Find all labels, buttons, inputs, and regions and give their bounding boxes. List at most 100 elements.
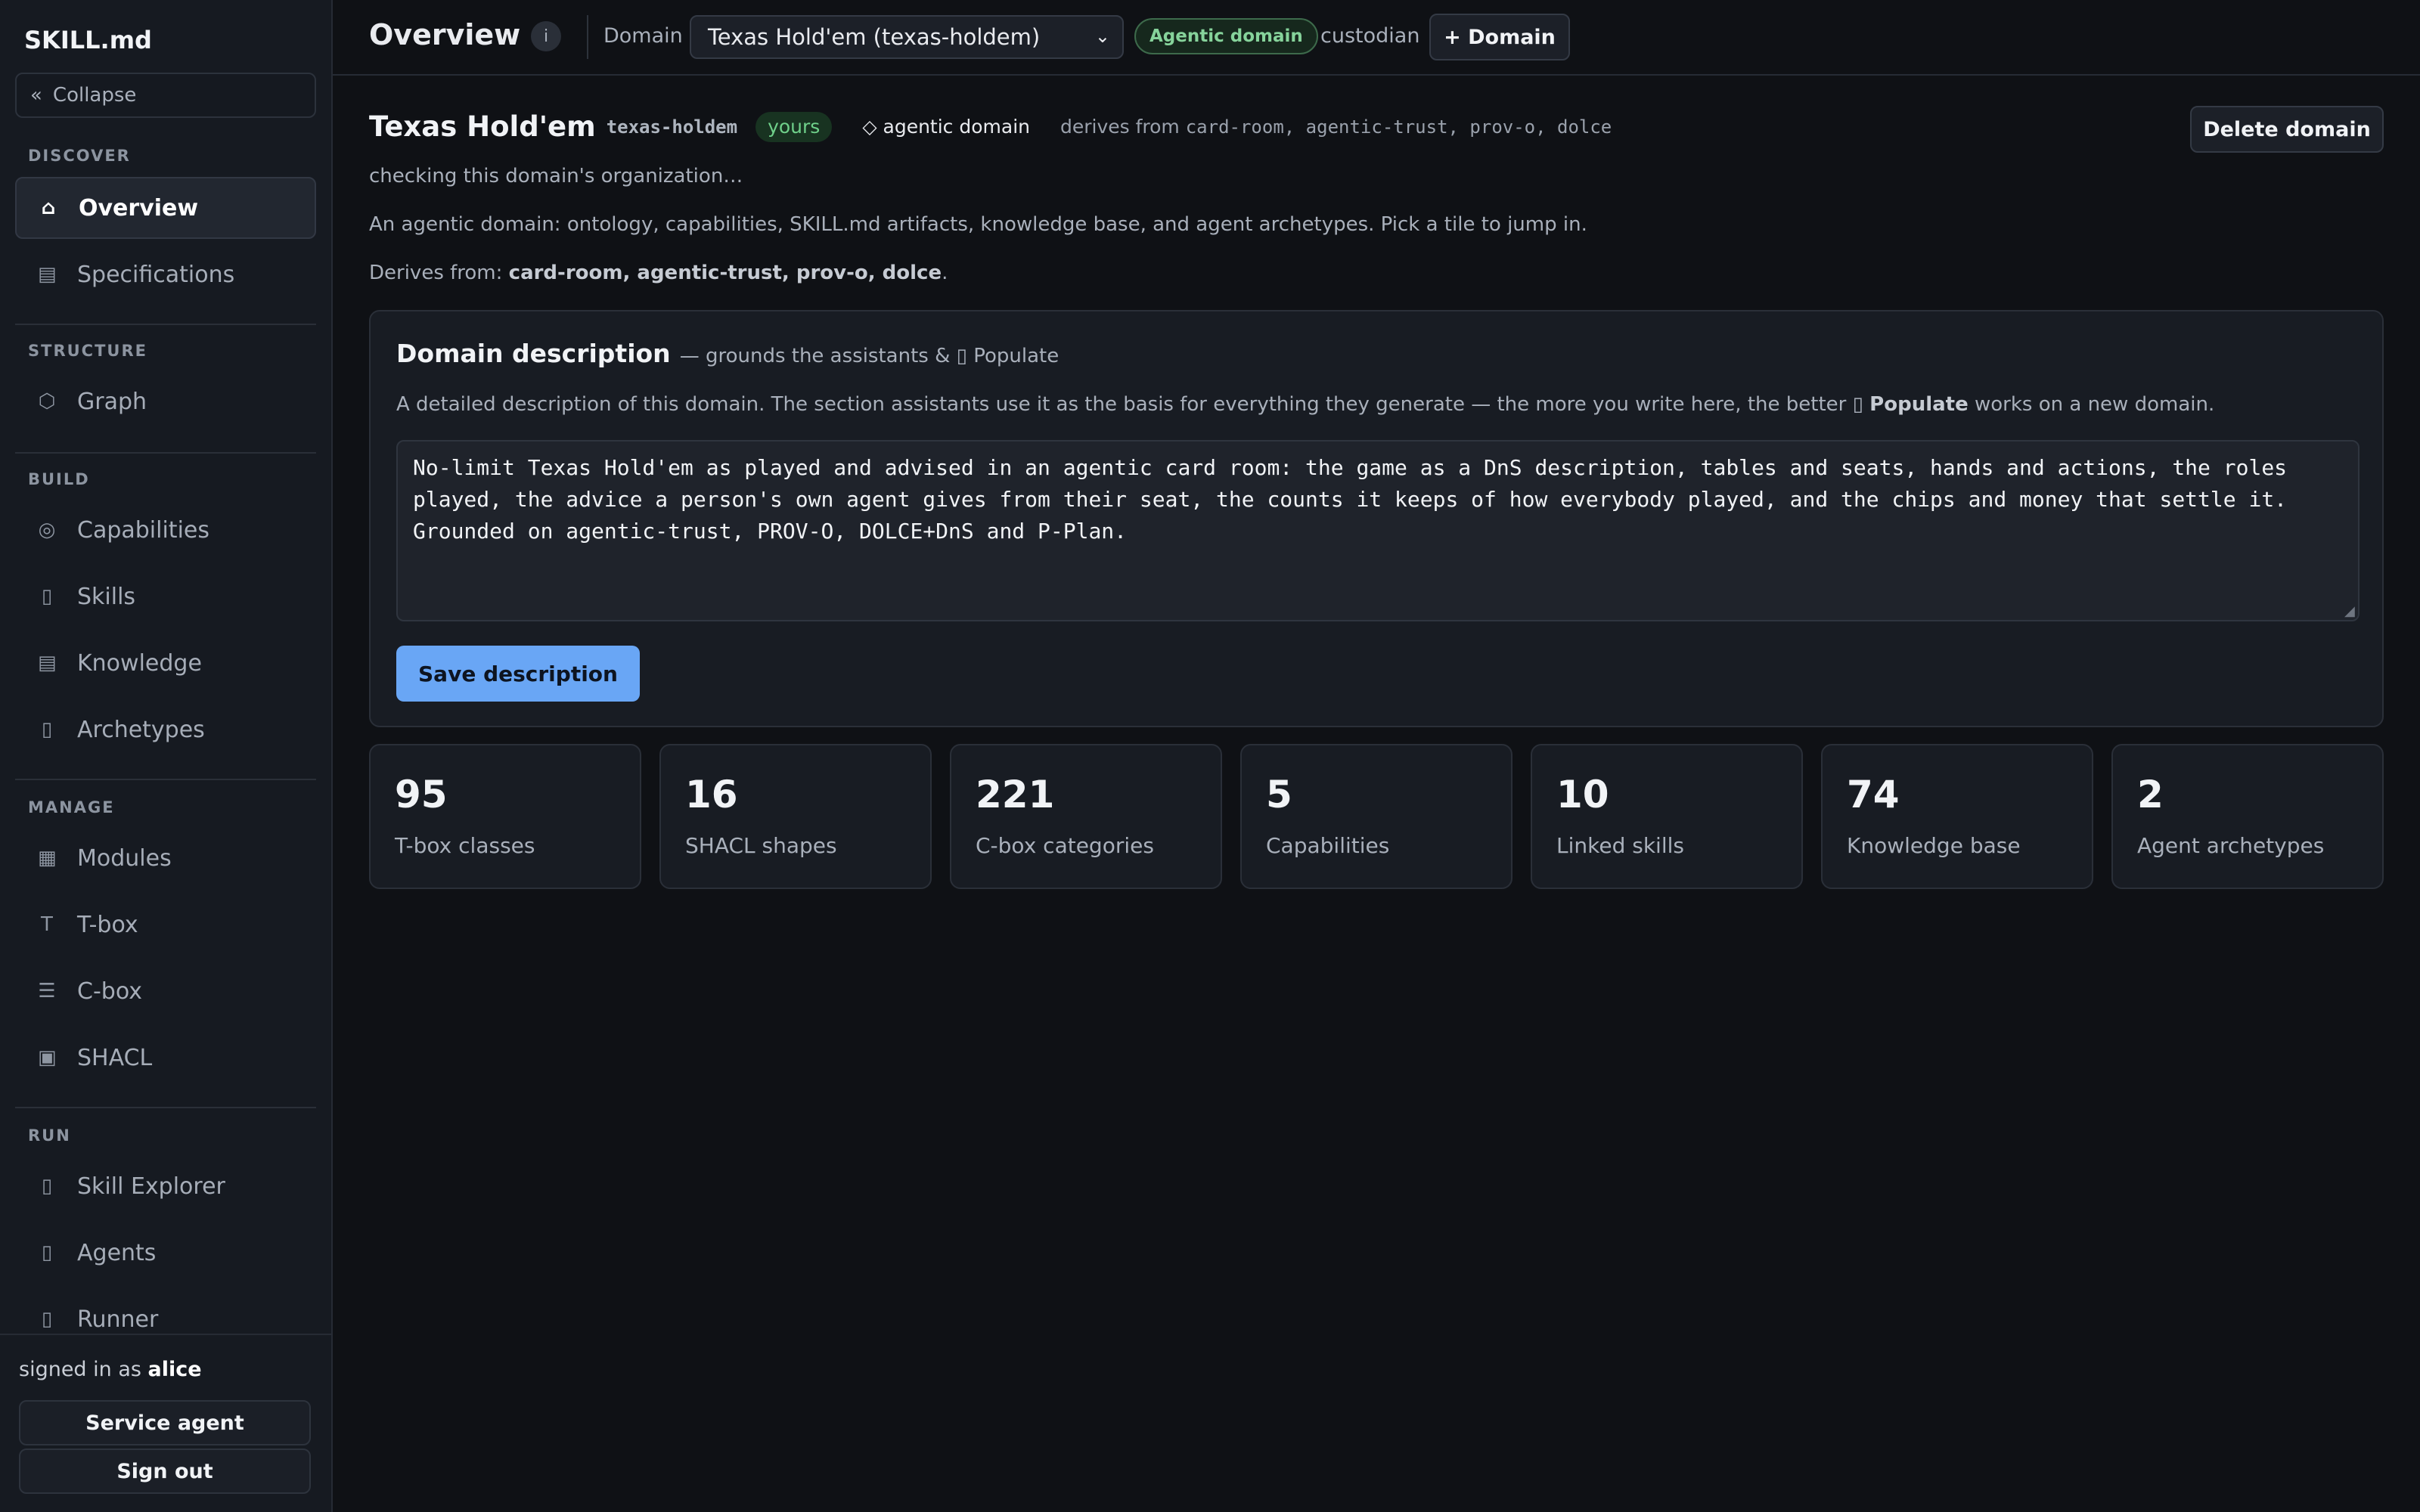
home-icon: ⌂ bbox=[41, 197, 56, 219]
domain-name: Texas Hold'em bbox=[369, 110, 596, 143]
sidebar-item-label: Modules bbox=[77, 844, 172, 872]
divider bbox=[587, 15, 588, 59]
sign-out-button[interactable]: Sign out bbox=[19, 1448, 311, 1494]
hexagon-icon: ⬡ bbox=[38, 390, 56, 413]
description-heading: Domain description — grounds the assista… bbox=[396, 339, 1059, 368]
derives-from-line: Derives from: card-room, agentic-trust, … bbox=[369, 262, 948, 284]
description-subtitle: — grounds the assistants & ▯ Populate bbox=[679, 345, 1060, 367]
derives-list: card-room, agentic-trust, prov-o, dolce bbox=[1185, 116, 1612, 138]
stat-value: 221 bbox=[976, 773, 1055, 816]
stat-tile-shacl-shapes[interactable]: 16 SHACL shapes bbox=[659, 744, 932, 889]
list-icon: ☰ bbox=[38, 980, 56, 1002]
stat-value: 5 bbox=[1266, 773, 1292, 816]
sidebar-item-label: C-box bbox=[77, 978, 143, 1005]
stat-label: C-box categories bbox=[976, 833, 1154, 858]
stat-label: SHACL shapes bbox=[685, 833, 837, 858]
section-run: RUN bbox=[28, 1126, 71, 1145]
description-help: A detailed description of this domain. T… bbox=[396, 393, 2214, 416]
sidebar-item-skill-explorer[interactable]: ▯ Skill Explorer bbox=[15, 1155, 316, 1217]
derives-bold: card-room, agentic-trust, prov-o, dolce bbox=[508, 262, 942, 284]
stat-tile-capabilities[interactable]: 5 Capabilities bbox=[1240, 744, 1512, 889]
double-chevron-left-icon: « bbox=[30, 84, 42, 107]
ownership-badge: yours bbox=[755, 111, 833, 142]
divider bbox=[15, 324, 316, 325]
derives-label: Derives from: bbox=[369, 262, 509, 284]
section-manage: MANAGE bbox=[28, 798, 115, 816]
brand-logo[interactable]: SKILL.md bbox=[24, 26, 152, 54]
sidebar-item-label: T-box bbox=[77, 911, 138, 938]
domain-select[interactable]: Texas Hold'em (texas-holdem) ⌄ bbox=[690, 15, 1124, 59]
runner-icon: ▯ bbox=[41, 1308, 53, 1331]
stat-value: 74 bbox=[1847, 773, 1900, 816]
domain-slug: texas-holdem bbox=[606, 116, 738, 138]
stat-tile-linked-skills[interactable]: 10 Linked skills bbox=[1531, 744, 1803, 889]
sidebar-item-label: Agents bbox=[77, 1239, 157, 1266]
sidebar-item-label: Overview bbox=[79, 194, 199, 222]
derives-end: . bbox=[942, 262, 948, 284]
sidebar-item-specifications[interactable]: ▤ Specifications bbox=[15, 243, 316, 305]
stat-tile-tbox-classes[interactable]: 95 T-box classes bbox=[369, 744, 641, 889]
stat-value: 16 bbox=[685, 773, 738, 816]
help-post: works on a new domain. bbox=[1968, 393, 2215, 416]
document-icon: ▤ bbox=[38, 263, 57, 286]
stat-label: Agent archetypes bbox=[2137, 833, 2325, 858]
divider bbox=[15, 779, 316, 780]
role-label: custodian bbox=[1320, 24, 1420, 48]
collapse-button[interactable]: « Collapse bbox=[15, 73, 316, 118]
sidebar-item-label: Skills bbox=[77, 583, 136, 610]
agentic-domain-tag: ◇ agentic domain bbox=[862, 116, 1030, 138]
signed-in-status: signed in as alice bbox=[19, 1358, 202, 1381]
description-textarea[interactable]: No-limit Texas Hold'em as played and adv… bbox=[396, 440, 2360, 621]
stat-tile-agent-archetypes[interactable]: 2 Agent archetypes bbox=[2111, 744, 2384, 889]
domain-summary: An agentic domain: ontology, capabilitie… bbox=[369, 213, 1587, 236]
sidebar-item-modules[interactable]: ▦ Modules bbox=[15, 827, 316, 889]
sidebar-item-knowledge[interactable]: ▤ Knowledge bbox=[15, 632, 316, 694]
sidebar-item-label: Knowledge bbox=[77, 649, 202, 677]
domain-select-value: Texas Hold'em (texas-holdem) bbox=[708, 24, 1041, 50]
sidebar-item-label: Specifications bbox=[77, 261, 235, 288]
sidebar-item-graph[interactable]: ⬡ Graph bbox=[15, 370, 316, 432]
divider bbox=[15, 1107, 316, 1108]
sidebar-item-label: Archetypes bbox=[77, 716, 205, 743]
divider bbox=[15, 452, 316, 454]
agentic-domain-badge: Agentic domain bbox=[1134, 18, 1318, 54]
info-icon[interactable]: i bbox=[531, 21, 561, 51]
sidebar-item-capabilities[interactable]: ◎ Capabilities bbox=[15, 499, 316, 561]
sidebar-item-archetypes[interactable]: ▯ Archetypes bbox=[15, 699, 316, 761]
target-icon: ◎ bbox=[38, 519, 56, 541]
sidebar-item-tbox[interactable]: T T-box bbox=[15, 894, 316, 956]
stat-value: 2 bbox=[2137, 773, 2164, 816]
domain-description-card: Domain description — grounds the assista… bbox=[369, 310, 2384, 727]
description-title: Domain description bbox=[396, 339, 671, 368]
save-description-button[interactable]: Save description bbox=[396, 646, 640, 702]
main-content: Texas Hold'em texas-holdem yours ◇ agent… bbox=[333, 77, 2420, 1512]
sidebar-item-overview[interactable]: ⌂ Overview bbox=[15, 177, 316, 239]
shape-icon: ▣ bbox=[38, 1046, 57, 1069]
section-build: BUILD bbox=[28, 470, 90, 488]
stat-tile-knowledge-base[interactable]: 74 Knowledge base bbox=[1821, 744, 2093, 889]
sidebar-item-cbox[interactable]: ☰ C-box bbox=[15, 960, 316, 1022]
sidebar-item-shacl[interactable]: ▣ SHACL bbox=[15, 1027, 316, 1089]
stats-row: 95 T-box classes 16 SHACL shapes 221 C-b… bbox=[369, 744, 2384, 889]
skills-icon: ▯ bbox=[41, 585, 53, 608]
stat-tile-cbox-categories[interactable]: 221 C-box categories bbox=[950, 744, 1222, 889]
derives-from-inline: derives from card-room, agentic-trust, p… bbox=[1060, 116, 1612, 138]
tbox-icon: T bbox=[41, 913, 53, 936]
add-domain-button[interactable]: + Domain bbox=[1429, 14, 1570, 60]
sidebar: SKILL.md « Collapse DISCOVER ⌂ Overview … bbox=[0, 0, 333, 1512]
sidebar-item-skills[interactable]: ▯ Skills bbox=[15, 565, 316, 627]
delete-domain-button[interactable]: Delete domain bbox=[2190, 106, 2384, 153]
resize-handle-icon[interactable]: ◢ bbox=[2344, 603, 2378, 723]
service-agent-button[interactable]: Service agent bbox=[19, 1400, 311, 1445]
agents-icon: ▯ bbox=[41, 1241, 53, 1264]
sidebar-footer: signed in as alice Service agent Sign ou… bbox=[0, 1334, 331, 1512]
stat-label: Linked skills bbox=[1556, 833, 1684, 858]
organization-status: checking this domain's organization… bbox=[369, 165, 743, 187]
grid-icon: ▦ bbox=[38, 847, 57, 869]
domain-header: Texas Hold'em texas-holdem yours ◇ agent… bbox=[369, 110, 1612, 143]
sidebar-item-label: SHACL bbox=[77, 1044, 153, 1071]
signed-in-prefix: signed in as bbox=[19, 1358, 148, 1381]
stat-value: 95 bbox=[395, 773, 448, 816]
derives-prefix: derives from bbox=[1060, 116, 1186, 138]
sidebar-item-agents[interactable]: ▯ Agents bbox=[15, 1222, 316, 1284]
